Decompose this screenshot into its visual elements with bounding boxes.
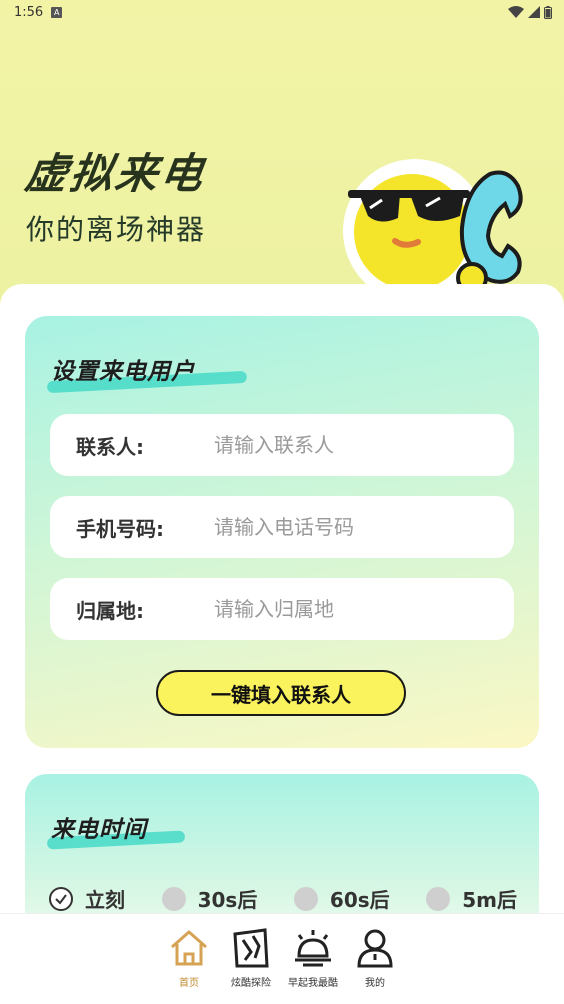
time-option-60s[interactable]: 60s后 xyxy=(293,884,390,913)
status-left: 1:56 A xyxy=(14,4,63,20)
time-option-label: 30s后 xyxy=(197,888,258,912)
check-icon[interactable] xyxy=(49,886,73,911)
battery-icon xyxy=(544,5,552,19)
time-section-title: 来电时间 xyxy=(46,810,186,850)
fill-contact-button[interactable]: 一键填入联系人 xyxy=(156,670,406,716)
contact-input[interactable] xyxy=(214,433,514,457)
notification-icon: A xyxy=(51,6,63,18)
time-option-now[interactable]: 立刻 xyxy=(49,884,125,913)
nav-label: 炫酷探险 xyxy=(231,978,271,989)
sunglasses-emoji-phone-icon xyxy=(343,159,523,296)
alarm-icon xyxy=(295,930,331,967)
nav-profile[interactable]: 我的 xyxy=(349,926,401,1004)
explore-icon xyxy=(233,928,269,968)
phone-input[interactable] xyxy=(214,515,514,539)
time-options: 立刻 30s后 60s后 5m后 xyxy=(49,884,517,913)
nav-home[interactable]: 首页 xyxy=(163,926,215,1004)
nav-label: 首页 xyxy=(179,978,199,989)
home-icon xyxy=(171,930,207,966)
nav-explore[interactable]: 炫酷探险 xyxy=(225,926,277,1004)
radio-circle-icon[interactable] xyxy=(293,886,318,911)
contact-field[interactable]: 联系人: xyxy=(50,414,514,476)
status-bar: 1:56 A xyxy=(0,0,564,24)
nav-label: 早起我最酷 xyxy=(288,978,338,989)
location-label: 归属地: xyxy=(76,598,144,623)
time-option-5m[interactable]: 5m后 xyxy=(426,884,517,913)
app-title: 虚拟来电 xyxy=(22,149,210,198)
time-option-label: 5m后 xyxy=(462,888,517,912)
time-option-label: 60s后 xyxy=(329,888,390,912)
signal-icon xyxy=(528,6,540,18)
app-subtitle: 你的离场神器 xyxy=(26,213,207,246)
status-right xyxy=(508,5,552,19)
time-option-30s[interactable]: 30s后 xyxy=(161,884,258,913)
bottom-nav: 首页 炫酷探险 早起我最酷 我的 xyxy=(0,913,564,1004)
caller-section-title: 设置来电用户 xyxy=(46,352,248,394)
radio-circle-icon[interactable] xyxy=(426,886,451,911)
nav-alarm[interactable]: 早起我最酷 xyxy=(287,926,339,1004)
profile-icon xyxy=(357,929,393,968)
status-time: 1:56 xyxy=(14,4,44,20)
location-field[interactable]: 归属地: xyxy=(50,578,514,640)
radio-circle-icon[interactable] xyxy=(161,886,186,911)
location-input[interactable] xyxy=(214,597,514,621)
phone-label: 手机号码: xyxy=(76,516,164,541)
caller-setup-card: 设置来电用户 联系人: 手机号码: 归属地: 一键填入联系人 xyxy=(25,316,539,748)
time-option-label: 立刻 xyxy=(85,888,125,912)
nav-label: 我的 xyxy=(365,978,385,989)
wifi-icon xyxy=(508,6,524,18)
phone-field[interactable]: 手机号码: xyxy=(50,496,514,558)
contact-label: 联系人: xyxy=(76,434,144,459)
